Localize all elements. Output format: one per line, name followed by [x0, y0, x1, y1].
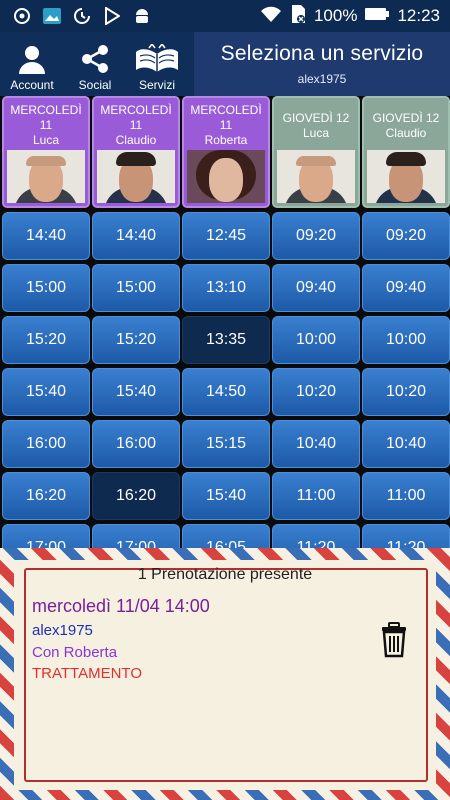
header-title-panel: Seleziona un servizio alex1975	[194, 32, 450, 96]
android-icon	[132, 6, 152, 26]
column-label: GIOVEDÌ 12 Claudio	[364, 98, 448, 150]
sync-icon	[72, 6, 92, 26]
time-slot[interactable]: 09:20	[362, 212, 450, 260]
time-slot[interactable]: 10:00	[362, 316, 450, 364]
column-label: MERCOLEDÌ 11 Luca	[4, 98, 88, 150]
time-slot[interactable]: 17:00	[92, 524, 180, 548]
battery-icon	[365, 6, 390, 26]
time-slot[interactable]: 16:05	[182, 524, 270, 548]
time-slot[interactable]: 17:00	[2, 524, 90, 548]
servizi-label: Servizi	[138, 78, 175, 92]
social-button[interactable]: Social	[64, 32, 126, 96]
operator-photo-luca	[277, 150, 355, 203]
column-name: Luca	[32, 133, 60, 147]
column-name: Roberta	[204, 133, 248, 147]
column-day: MERCOLEDÌ	[190, 103, 262, 117]
open-book-icon	[134, 43, 180, 75]
time-slot[interactable]: 10:20	[272, 368, 360, 416]
time-slot[interactable]: 14:40	[92, 212, 180, 260]
booking-service: TRATTAMENTO	[32, 665, 142, 682]
column-date: 11	[129, 118, 143, 132]
column-header[interactable]: MERCOLEDÌ 11 Roberta	[182, 96, 270, 208]
schedule-column: GIOVEDÌ 12 Luca 09:20 09:40 10:00 10:20 …	[272, 96, 360, 548]
column-label: MERCOLEDÌ 11 Claudio	[94, 98, 178, 150]
column-header[interactable]: GIOVEDÌ 12 Claudio	[362, 96, 450, 208]
booking-datetime: mercoledì 11/04 14:00	[32, 596, 210, 616]
clock: 12:23	[397, 6, 440, 25]
column-date: 11	[219, 118, 233, 132]
schedule-column: MERCOLEDÌ 11 Claudio 14:40 15:00 15:20 1…	[92, 96, 180, 548]
time-slot[interactable]: 14:50	[182, 368, 270, 416]
column-name: Luca	[302, 125, 330, 140]
column-header[interactable]: MERCOLEDÌ 11 Claudio	[92, 96, 180, 208]
column-name: Claudio	[385, 125, 427, 140]
time-slot[interactable]: 15:00	[2, 264, 90, 312]
user-icon	[17, 43, 47, 75]
battery-level: 100%	[313, 6, 358, 25]
column-header[interactable]: MERCOLEDÌ 11 Luca	[2, 96, 90, 208]
column-day: MERCOLEDÌ	[10, 103, 82, 117]
time-slot[interactable]: 15:40	[182, 472, 270, 520]
column-name: Claudio	[115, 133, 157, 147]
time-slot[interactable]: 11:00	[362, 472, 450, 520]
booking-count: 1 Prenotazione presente	[137, 566, 313, 583]
no-sim-icon	[290, 4, 306, 29]
time-slot[interactable]: 14:40	[2, 212, 90, 260]
time-slot-selected[interactable]: 13:35	[182, 316, 270, 364]
servizi-button[interactable]: Servizi	[126, 32, 188, 96]
usb-debug-icon	[12, 6, 32, 26]
time-slot[interactable]: 15:20	[2, 316, 90, 364]
column-day: GIOVEDÌ 12	[372, 110, 440, 125]
time-slot[interactable]: 10:40	[362, 420, 450, 468]
trash-icon[interactable]	[380, 622, 408, 658]
booking-user: alex1975	[32, 622, 93, 639]
time-slot[interactable]: 11:20	[272, 524, 360, 548]
column-label: GIOVEDÌ 12 Luca	[274, 98, 358, 150]
column-date: 11	[39, 118, 53, 132]
schedule-column: GIOVEDÌ 12 Claudio 09:20 09:40 10:00 10:…	[362, 96, 450, 548]
page-title: Seleziona un servizio	[220, 42, 424, 65]
time-slot[interactable]: 09:20	[272, 212, 360, 260]
time-slot[interactable]: 11:00	[272, 472, 360, 520]
time-slot[interactable]: 12:45	[182, 212, 270, 260]
time-slot[interactable]: 15:20	[92, 316, 180, 364]
current-user: alex1975	[297, 72, 347, 86]
time-slot[interactable]: 10:00	[272, 316, 360, 364]
time-slot[interactable]: 16:00	[92, 420, 180, 468]
time-slot[interactable]: 15:00	[92, 264, 180, 312]
column-day: MERCOLEDÌ	[100, 103, 172, 117]
time-slot[interactable]: 10:40	[272, 420, 360, 468]
social-label: Social	[78, 78, 112, 92]
time-slot[interactable]: 16:20	[2, 472, 90, 520]
operator-photo-roberta	[187, 150, 265, 203]
wifi-icon	[260, 5, 282, 28]
share-icon	[79, 43, 111, 75]
status-bar: 100% 12:23	[0, 0, 450, 32]
schedule-column: MERCOLEDÌ 11 Roberta 12:45 13:10 13:35 1…	[182, 96, 270, 548]
column-day: GIOVEDÌ 12	[282, 110, 350, 125]
time-slot[interactable]: 15:15	[182, 420, 270, 468]
app-header: Account Social Servizi Seleziona un serv…	[0, 32, 450, 96]
time-slot[interactable]: 15:40	[92, 368, 180, 416]
time-slot[interactable]: 10:20	[362, 368, 450, 416]
schedule-grid: MERCOLEDÌ 11 Luca 14:40 15:00 15:20 15:4…	[0, 96, 450, 548]
play-store-icon	[102, 6, 122, 26]
time-slot[interactable]: 16:00	[2, 420, 90, 468]
time-slot-selected[interactable]: 16:20	[92, 472, 180, 520]
operator-photo-luca	[7, 150, 85, 203]
schedule-column: MERCOLEDÌ 11 Luca 14:40 15:00 15:20 15:4…	[2, 96, 90, 548]
operator-photo-claudio	[367, 150, 445, 203]
time-slot[interactable]: 15:40	[2, 368, 90, 416]
time-slot[interactable]: 09:40	[362, 264, 450, 312]
account-button[interactable]: Account	[0, 32, 64, 96]
time-slot[interactable]: 09:40	[272, 264, 360, 312]
column-label: MERCOLEDÌ 11 Roberta	[184, 98, 268, 150]
time-slot[interactable]: 13:10	[182, 264, 270, 312]
image-icon	[42, 6, 62, 26]
time-slot[interactable]: 11:20	[362, 524, 450, 548]
booking-operator: Con Roberta	[32, 644, 118, 661]
account-label: Account	[10, 78, 54, 92]
operator-photo-claudio	[97, 150, 175, 203]
column-header[interactable]: GIOVEDÌ 12 Luca	[272, 96, 360, 208]
